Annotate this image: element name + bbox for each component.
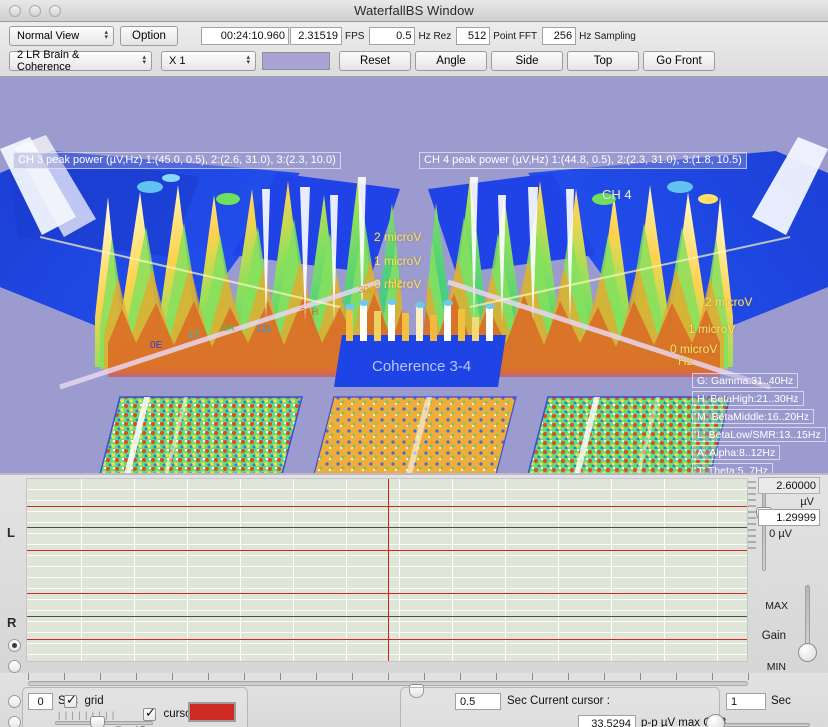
zero-uv-label: 0 µV [769, 528, 792, 540]
current-cursor-label: Sec Current cursor : [507, 695, 610, 707]
left-heatmap-surface [99, 396, 303, 473]
top-button[interactable]: Top [567, 51, 639, 71]
display-mode-select[interactable]: 2 LR Brain & Coherence ▴ ▾ [9, 49, 152, 73]
point-fft-label: Point FFT [493, 30, 538, 42]
toolbar: Normal View ▴ ▾ Option 00:24:10.960 2.315… [0, 22, 828, 77]
gain-max-label: MAX [765, 600, 788, 612]
fps-label: FPS [345, 30, 365, 42]
cursor-checkbox[interactable] [143, 706, 156, 722]
grid-checkbox[interactable] [64, 693, 77, 709]
channel-radio-1[interactable] [8, 639, 21, 652]
display-mode-value: 2 LR Brain & Coherence [17, 49, 80, 73]
gain-slider-knob[interactable] [798, 643, 817, 662]
line-width-ticks: ||||||||| [58, 710, 119, 720]
ch3-peak-power-label: CH 3 peak power (µV,Hz) 1:(45.0, 0.5), 2… [13, 152, 341, 169]
max-uv-field: 2.60000 [758, 477, 820, 494]
go-front-button[interactable]: Go Front [643, 51, 715, 71]
sampling-field[interactable]: 256 [542, 27, 577, 45]
scale-select[interactable]: X 1 ▴ ▾ [161, 51, 256, 71]
left-axis-2microv: 2 microV [374, 230, 422, 244]
channel-radio-2[interactable] [8, 660, 21, 673]
max-time-sec-label: Sec [771, 695, 791, 707]
timecode-field[interactable]: 00:24:10.960 [201, 27, 289, 45]
title-bar: WaterfallBS Window [0, 0, 828, 22]
freq-tick-5: 30G [358, 285, 377, 296]
view-mode-select[interactable]: Normal View ▴ ▾ [9, 26, 114, 46]
coherence-title: Coherence 3-4 [372, 358, 472, 375]
pp-ch3-field: 33.5294 [578, 715, 636, 727]
waveform-panel: L R 2.60000 µV 1.29999 0 µV MAX Gain MIN [0, 473, 828, 673]
legend-item-betahigh: H: BetaHigh:21..30Hz [692, 391, 804, 406]
freq-tick-2: 8A [222, 323, 235, 334]
timeline-ticks [28, 673, 750, 681]
right-axis-1microv: 1 microV [688, 322, 736, 336]
max-time-slider-track[interactable] [712, 723, 810, 727]
current-cursor-sec-field[interactable]: 0.5 [455, 693, 501, 710]
current-uv-field[interactable]: 1.29999 [758, 509, 820, 526]
view-mode-value: Normal View [17, 30, 80, 42]
freq-tick-1: 4T [188, 330, 200, 341]
max-time-slider-knob[interactable] [706, 714, 725, 727]
left-axis-hz: Hz [388, 276, 403, 290]
legend-item-betalow: L: BetaLow/SMR:13..15Hz [692, 427, 826, 442]
amplitude-scale-ticks [748, 479, 756, 659]
side-button[interactable]: Side [491, 51, 563, 71]
point-fft-field[interactable]: 512 [456, 27, 491, 45]
scale-value: X 1 [169, 55, 186, 67]
waveform-grid[interactable] [26, 478, 748, 662]
chevron-updown-icon: ▴ ▾ [142, 54, 146, 66]
channel-right-label: R [7, 615, 17, 630]
timeline-scroll-track[interactable] [28, 681, 748, 698]
freq-tick-0: 0E [150, 340, 163, 351]
bottom-radio-1[interactable] [8, 695, 21, 708]
cursor-checkbox-wrap[interactable]: cursor [143, 706, 195, 724]
ch4-peak-power-label: CH 4 peak power (µV,Hz) 1:(44.8, 0.5), 2… [419, 152, 747, 169]
grid-checkbox-wrap[interactable]: grid [64, 693, 104, 711]
toolbar-row-1: Normal View ▴ ▾ Option 00:24:10.960 2.315… [5, 25, 823, 47]
chevron-updown-icon: ▴ ▾ [246, 54, 250, 66]
channel-left-label: L [7, 525, 15, 540]
ch4-tag-label: CH 4 [602, 187, 632, 202]
center-heatmap-surface [313, 396, 517, 473]
line-width-slider-knob[interactable] [90, 716, 105, 727]
hz-rez-field[interactable]: 0.5 [369, 27, 416, 45]
grid-label: grid [84, 695, 104, 707]
waterfall-3d-view[interactable]: CH 3 peak power (µV,Hz) 1:(45.0, 0.5), 2… [0, 77, 828, 473]
hz-rez-label: Hz Rez [418, 30, 452, 42]
option-button[interactable]: Option [120, 26, 178, 46]
right-axis-hz: Hz [678, 354, 693, 368]
gain-label: Gain [761, 630, 786, 642]
max-time-sec-field[interactable]: 1 [726, 693, 766, 710]
chevron-updown-icon: ▴ ▾ [104, 29, 108, 41]
sampling-label: Hz Sampling [579, 30, 636, 42]
legend-item-betamiddle: M: BetaMiddle:16..20Hz [692, 409, 815, 424]
angle-button[interactable]: Angle [415, 51, 487, 71]
cursor-color-swatch[interactable] [188, 702, 236, 722]
right-axis-2microv: 2 microV [705, 295, 753, 309]
left-axis-1microv: 1 microV [374, 254, 422, 268]
background-color-swatch[interactable] [262, 52, 330, 70]
bottom-radio-2[interactable] [8, 716, 21, 727]
freq-tick-4: 21H [300, 307, 319, 318]
app-window: WaterfallBS Window Normal View ▴ ▾ Option… [0, 0, 828, 727]
gain-min-label: MIN [766, 661, 786, 673]
toolbar-row-2: 2 LR Brain & Coherence ▴ ▾ X 1 ▴ ▾ Reset A… [5, 49, 823, 73]
sec-offset-field[interactable]: 0 [28, 693, 53, 710]
legend-item-gamma: G: Gamma:31..40Hz [692, 373, 799, 388]
legend-item-theta: T: Theta:5..7Hz [692, 463, 774, 473]
bottom-toolbar: 0 Sec grid ||||||||| Line 1Dot 2Dot curs… [0, 673, 828, 727]
reset-button[interactable]: Reset [339, 51, 411, 71]
scale-ticks-svg [748, 481, 756, 549]
legend-item-alpha: A: Alpha:8..12Hz [692, 445, 781, 460]
freq-tick-3: 13L [256, 324, 273, 335]
uv-unit-label: µV [800, 496, 814, 508]
window-title: WaterfallBS Window [354, 3, 474, 18]
fps-value-field[interactable]: 2.31519 [290, 27, 342, 45]
